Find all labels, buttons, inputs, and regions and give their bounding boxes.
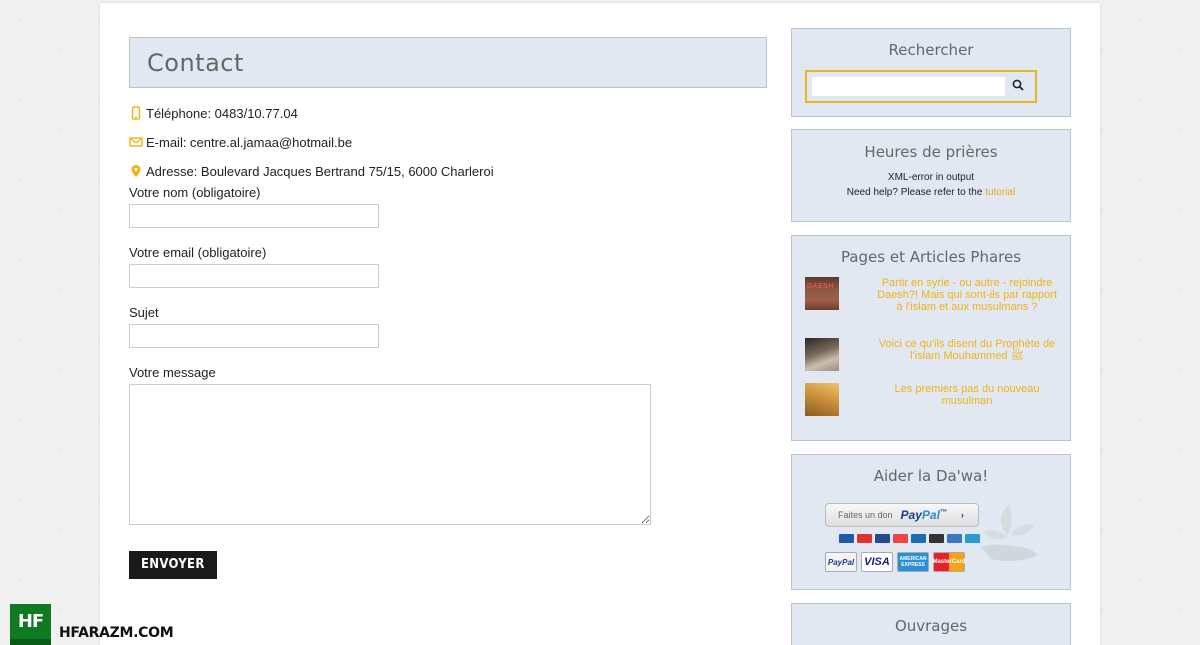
paypal-logo: PayPal™ — [901, 508, 947, 522]
card-icon — [893, 534, 908, 543]
address-text: Adresse: Boulevard Jacques Bertrand 75/1… — [146, 163, 494, 179]
card-icon — [929, 534, 944, 543]
email-text: E-mail: centre.al.jamaa@hotmail.be — [146, 134, 353, 150]
paypal-brand-b: Pal — [921, 508, 940, 522]
payment-card-logos: PayPal VISA AMERICAN EXPRESS MasterCard — [825, 552, 966, 572]
works-widget: Ouvrages — [791, 603, 1071, 645]
email-line: E-mail: centre.al.jamaa@hotmail.be — [129, 133, 767, 151]
donate-widget-title: Aider la Da'wa! — [873, 467, 989, 485]
paypal-tm: ™ — [939, 509, 947, 516]
page-container: Contact Téléphone: 0483/10.77.04 E-mail:… — [100, 3, 1100, 645]
mini-card-icons — [839, 534, 980, 543]
name-label: Votre nom (obligatoire) — [129, 185, 261, 200]
featured-article-item: Voici ce qu'ils disent du Prophète de l'… — [805, 338, 1065, 371]
search-widget-title: Rechercher — [888, 41, 974, 59]
prayer-help-line: Need help? Please refer to the tutorial — [792, 185, 1070, 200]
chevron-right-icon: › — [960, 510, 964, 520]
featured-pages-widget: Pages et Articles Phares DAESH Partir en… — [791, 235, 1071, 441]
email-label: Votre email (obligatoire) — [129, 245, 267, 260]
paypal-card-icon: PayPal — [825, 552, 857, 572]
message-label: Votre message — [129, 365, 216, 380]
prayer-error-text: XML-error in output — [887, 172, 975, 183]
name-field[interactable] — [129, 204, 379, 228]
paypal-donate-button[interactable]: Faites un don PayPal™ › — [825, 503, 979, 527]
article-link[interactable]: Les premiers pas du nouveau musulman — [873, 383, 1061, 416]
map-marker-icon — [129, 164, 143, 178]
article-link[interactable]: Voici ce qu'ils disent du Prophète de l'… — [873, 338, 1061, 371]
hand-plant-icon — [981, 505, 1037, 562]
search-box — [805, 70, 1037, 103]
page-title-box: Contact — [129, 37, 767, 88]
phone-line: Téléphone: 0483/10.77.04 — [129, 104, 767, 122]
article-thumbnail[interactable]: DAESH — [805, 277, 839, 310]
card-icon — [965, 534, 980, 543]
phone-text: Téléphone: 0483/10.77.04 — [146, 105, 298, 121]
paypal-brand-a: Pay — [900, 508, 922, 522]
card-icon — [857, 534, 872, 543]
prayer-widget-body: XML-error in output Need help? Please re… — [792, 170, 1070, 200]
send-button[interactable]: ENVOYER — [129, 551, 217, 579]
card-icon — [947, 534, 962, 543]
watermark-text: HFARAZM.COM — [59, 625, 174, 641]
card-icon — [875, 534, 890, 543]
works-widget-title: Ouvrages — [894, 617, 968, 635]
article-thumbnail[interactable] — [805, 338, 839, 371]
prayer-times-widget: Heures de prières XML-error in output Ne… — [791, 129, 1071, 222]
visa-card-icon: VISA — [861, 552, 893, 572]
contact-main: Contact Téléphone: 0483/10.77.04 E-mail:… — [129, 37, 767, 579]
article-link[interactable]: Partir en syrie - ou autre - rejoindre D… — [873, 277, 1061, 313]
featured-article-item: DAESH Partir en syrie - ou autre - rejoi… — [805, 277, 1065, 313]
amex-card-icon: AMERICAN EXPRESS — [897, 552, 929, 572]
subject-label: Sujet — [129, 305, 159, 320]
envelope-icon — [129, 135, 143, 149]
paypal-small-text: Faites un don — [838, 510, 893, 520]
subject-field[interactable] — [129, 324, 379, 348]
page-title: Contact — [147, 48, 244, 77]
address-line: Adresse: Boulevard Jacques Bertrand 75/1… — [129, 162, 767, 180]
mastercard-card-icon: MasterCard — [933, 552, 966, 572]
search-widget: Rechercher — [791, 28, 1071, 117]
prayer-help-text: Need help? Please refer to the — [846, 187, 983, 198]
pages-widget-title: Pages et Articles Phares — [840, 248, 1022, 266]
card-icon — [911, 534, 926, 543]
article-thumbnail[interactable] — [805, 383, 839, 416]
featured-article-item: Les premiers pas du nouveau musulman — [805, 383, 1065, 416]
hf-logo: HF — [10, 604, 51, 645]
contact-form: Votre nom (obligatoire) Votre email (obl… — [129, 185, 767, 579]
tutorial-link[interactable]: tutorial — [985, 187, 1015, 198]
search-input[interactable] — [812, 77, 1005, 96]
prayer-widget-title: Heures de prières — [864, 143, 998, 161]
message-field[interactable] — [129, 384, 651, 525]
card-icon — [839, 534, 854, 543]
email-field[interactable] — [129, 264, 379, 288]
donate-widget: Aider la Da'wa! Faites un don PayPal™ › … — [791, 454, 1071, 590]
phone-icon — [129, 106, 143, 120]
thumbnail-text: DAESH — [807, 283, 835, 290]
search-icon[interactable] — [1005, 78, 1031, 96]
